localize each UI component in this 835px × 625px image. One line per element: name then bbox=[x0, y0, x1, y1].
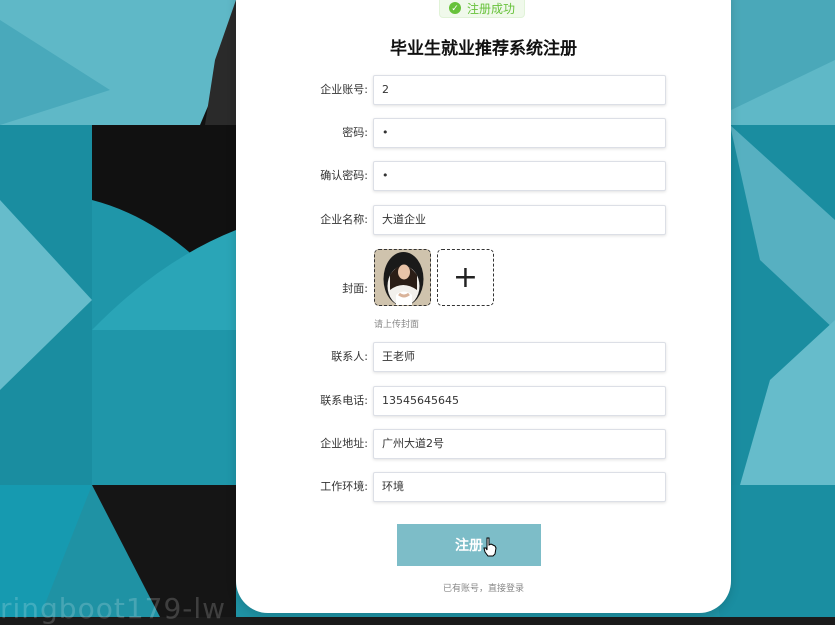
cover-thumbnail[interactable] bbox=[374, 249, 431, 306]
add-cover-button[interactable]: + bbox=[437, 249, 494, 306]
account-input[interactable]: 2 bbox=[373, 75, 666, 105]
success-toast: ✓ 注册成功 bbox=[439, 0, 525, 18]
confirm-password-label: 确认密码: bbox=[320, 169, 368, 182]
password-input[interactable]: • bbox=[373, 118, 666, 148]
password-label: 密码: bbox=[342, 126, 368, 139]
work-environment-input[interactable]: 环境 bbox=[373, 472, 666, 502]
address-label: 企业地址: bbox=[320, 437, 368, 450]
phone-label: 联系电话: bbox=[320, 394, 368, 407]
phone-input[interactable]: 13545645645 bbox=[373, 386, 666, 416]
company-name-input[interactable]: 大道企业 bbox=[373, 205, 666, 235]
login-link[interactable]: 已有账号，直接登录 bbox=[236, 581, 731, 594]
account-label: 企业账号: bbox=[320, 83, 368, 96]
contact-input[interactable]: 王老师 bbox=[373, 342, 666, 372]
confirm-password-input[interactable]: • bbox=[373, 161, 666, 191]
check-circle-icon: ✓ bbox=[448, 2, 461, 14]
hand-cursor-icon bbox=[483, 537, 497, 557]
watermark-text: ringboot179-lw bbox=[0, 592, 227, 625]
cover-photo-image bbox=[375, 250, 430, 305]
cover-hint: 请上传封面 bbox=[374, 320, 420, 330]
work-environment-label: 工作环境: bbox=[320, 480, 368, 493]
toast-text: 注册成功 bbox=[466, 1, 515, 16]
contact-label: 联系人: bbox=[331, 350, 368, 363]
company-name-label: 企业名称: bbox=[320, 213, 368, 226]
register-button[interactable]: 注册 bbox=[397, 524, 541, 566]
address-input[interactable]: 广州大道2号 bbox=[373, 429, 666, 459]
plus-icon: + bbox=[452, 259, 479, 295]
page-title: 毕业生就业推荐系统注册 bbox=[390, 39, 577, 59]
cover-label: 封面: bbox=[342, 282, 368, 295]
